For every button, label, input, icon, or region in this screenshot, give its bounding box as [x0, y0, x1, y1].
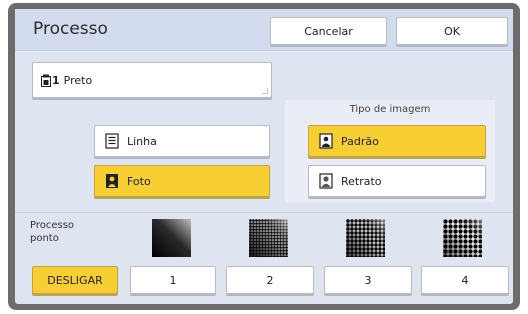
linha-button[interactable]: Linha [94, 125, 270, 157]
dot-level-2-button[interactable]: 2 [226, 266, 314, 294]
dot-pattern-1-icon [152, 219, 191, 257]
padrao-button[interactable]: Padrão [308, 125, 486, 157]
dot-process-label: Processo ponto [30, 219, 74, 245]
linha-label: Linha [127, 134, 157, 148]
page-title: Processo [33, 19, 108, 39]
color-drum-field[interactable]: 1 Preto [32, 62, 272, 98]
dot-level-1-button[interactable]: 1 [130, 266, 216, 294]
desligar-button[interactable]: DESLIGAR [32, 266, 118, 294]
cancel-button[interactable]: Cancelar [270, 17, 387, 45]
padrao-label: Padrão [341, 134, 379, 148]
dot-level-4-button[interactable]: 4 [421, 266, 509, 294]
retrato-label: Retrato [341, 174, 382, 188]
dot-level-3-button[interactable]: 3 [324, 266, 412, 294]
drum-icon: 1 [41, 74, 60, 87]
photo-person-icon [106, 174, 118, 188]
resize-corner-icon [262, 88, 268, 94]
drum-number: 1 [52, 73, 60, 87]
document-lines-icon [105, 133, 119, 149]
dot-pattern-4-icon [443, 219, 482, 257]
dot-process-label-line2: ponto [30, 233, 59, 244]
dot-pattern-3-icon [346, 219, 385, 257]
retrato-button[interactable]: Retrato [308, 165, 486, 197]
foto-label: Foto [127, 174, 151, 188]
dot-process-label-line1: Processo [30, 220, 75, 231]
standard-image-icon [319, 133, 333, 149]
foto-button[interactable]: Foto [94, 165, 270, 197]
ok-button[interactable]: OK [396, 17, 508, 45]
color-value: Preto [63, 73, 93, 87]
portrait-icon [319, 173, 333, 189]
image-type-label: Tipo de imagem [349, 104, 431, 115]
dot-pattern-2-icon [249, 219, 288, 257]
divider [15, 212, 513, 213]
